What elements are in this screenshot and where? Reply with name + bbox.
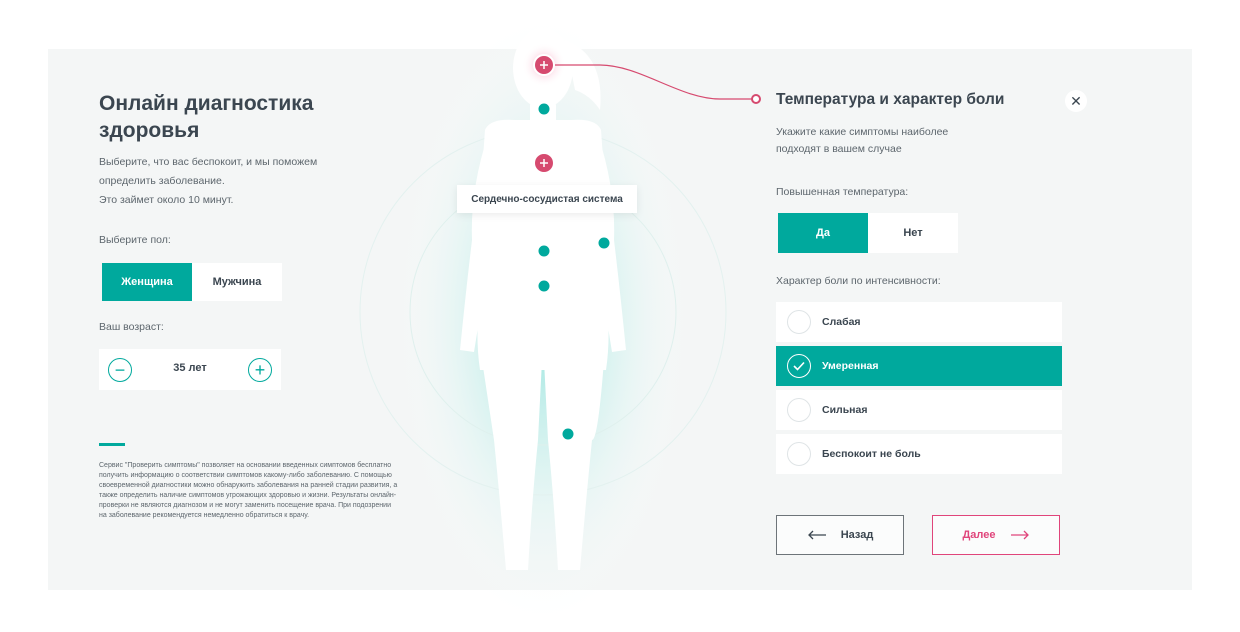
back-button[interactable]: Назад	[776, 515, 904, 555]
pain-label: Характер боли по интенсивности:	[776, 275, 941, 287]
panel-title: Температура и характер боли	[776, 91, 1005, 108]
next-button[interactable]: Далее	[932, 515, 1060, 555]
close-button[interactable]: ✕	[1065, 90, 1087, 112]
back-label: Назад	[840, 529, 874, 541]
radio-icon	[787, 398, 811, 422]
temperature-label: Повышенная температура:	[776, 186, 909, 198]
arrow-right-icon	[1010, 530, 1029, 540]
radio-icon	[787, 310, 811, 334]
temperature-toggle: Да Нет	[778, 213, 958, 253]
temperature-yes-button[interactable]: Да	[778, 213, 868, 253]
check-icon	[787, 354, 811, 378]
option-label: Сильная	[822, 404, 868, 416]
option-label: Слабая	[822, 316, 861, 328]
hotspot-head[interactable]	[533, 54, 555, 76]
subtitle-line: Укажите какие симптомы наиболее	[776, 126, 949, 138]
next-label: Далее	[962, 529, 996, 541]
pain-option-weak[interactable]: Слабая	[776, 302, 1062, 342]
system-tooltip: Сердечно-сосудистая система	[457, 185, 637, 213]
radio-icon	[787, 442, 811, 466]
hotspot-knee[interactable]	[559, 425, 577, 443]
connector-endpoint	[751, 94, 761, 104]
option-label: Умеренная	[822, 360, 879, 372]
hotspot-side[interactable]	[595, 234, 613, 252]
option-label: Беспокоит не боль	[822, 448, 921, 460]
hotspot-neck[interactable]	[535, 100, 553, 118]
hotspot-stomach[interactable]	[535, 242, 553, 260]
pain-option-not-pain[interactable]: Беспокоит не боль	[776, 434, 1062, 474]
panel-subtitle: Укажите какие симптомы наиболее подходят…	[776, 124, 996, 158]
pain-option-strong[interactable]: Сильная	[776, 390, 1062, 430]
close-icon: ✕	[1070, 93, 1082, 109]
subtitle-line: подходят в вашем случае	[776, 143, 902, 155]
temperature-no-button[interactable]: Нет	[868, 213, 958, 253]
arrow-left-icon	[807, 530, 826, 540]
pain-option-moderate[interactable]: Умеренная	[776, 346, 1062, 386]
hotspot-abdomen[interactable]	[535, 277, 553, 295]
hotspot-chest[interactable]	[533, 152, 555, 174]
